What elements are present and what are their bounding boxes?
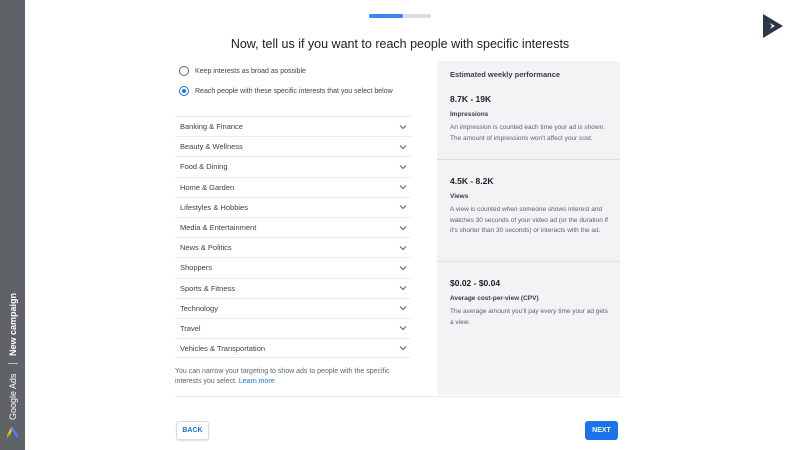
sidebar-divider xyxy=(8,363,18,364)
google-ads-label: Google Ads xyxy=(8,373,18,420)
chevron-down-icon[interactable] xyxy=(398,303,408,313)
sidebar: New campaign Google Ads xyxy=(0,0,25,450)
interest-category-row[interactable]: Banking & Finance xyxy=(175,116,411,136)
play-triangle-logo-icon xyxy=(763,14,783,38)
chevron-down-icon[interactable] xyxy=(398,243,408,253)
category-label: Food & Dining xyxy=(180,162,228,172)
category-label: Banking & Finance xyxy=(180,122,243,132)
interest-category-row[interactable]: Food & Dining xyxy=(175,156,411,176)
category-label: Media & Entertainment xyxy=(180,223,257,233)
chevron-down-icon[interactable] xyxy=(398,142,408,152)
category-label: Beauty & Wellness xyxy=(180,142,243,152)
chevron-down-icon[interactable] xyxy=(398,283,408,293)
chevron-down-icon[interactable] xyxy=(398,323,408,333)
metric-label: Average cost-per-view (CPV) xyxy=(450,295,539,302)
cpv-metric: $0.02 - $0.04 Average cost-per-view (CPV… xyxy=(450,278,610,328)
category-label: Home & Garden xyxy=(180,182,235,192)
note-text: You can narrow your targeting to show ad… xyxy=(175,368,390,385)
radio-button[interactable] xyxy=(179,86,189,96)
next-button[interactable]: NEXT xyxy=(585,421,618,440)
radio-label: Keep interests as broad as possible xyxy=(195,67,306,75)
panel-divider xyxy=(437,261,620,262)
category-label: Vehicles & Transportation xyxy=(180,343,266,353)
footer-divider xyxy=(175,396,620,397)
interest-category-list: Banking & Finance Beauty & Wellness Food &… xyxy=(175,116,411,359)
progress-bar xyxy=(369,14,431,18)
new-campaign-label: New campaign xyxy=(8,292,18,356)
category-label: Lifestyles & Hobbies xyxy=(180,202,248,212)
page-title: Now, tell us if you want to reach people… xyxy=(230,37,570,51)
radio-keep-broad[interactable]: Keep interests as broad as possible xyxy=(179,66,306,76)
google-ads-logo-icon xyxy=(7,426,19,438)
metric-range: 4.5K - 8.2K xyxy=(450,176,494,186)
metric-label: Impressions xyxy=(450,111,489,118)
category-label: Sports & Fitness xyxy=(180,283,236,293)
impressions-metric: 8.7K - 19K Impressions An impression is … xyxy=(450,94,610,144)
interest-category-row[interactable]: Home & Garden xyxy=(175,176,411,197)
targeting-note: You can narrow your targeting to show ad… xyxy=(175,367,411,387)
back-button[interactable]: BACK xyxy=(176,421,209,440)
chevron-down-icon[interactable] xyxy=(398,223,408,233)
interest-category-row[interactable]: Technology xyxy=(175,297,411,318)
learn-more-link[interactable]: Learn more xyxy=(239,378,275,385)
metric-description: A view is counted when someone shows int… xyxy=(450,206,608,234)
interest-category-row[interactable]: Sports & Fitness xyxy=(175,277,411,298)
metric-description: The average amount you'll pay every time… xyxy=(450,308,609,326)
interest-category-row[interactable]: Lifestyles & Hobbies xyxy=(175,196,411,217)
interest-category-row[interactable]: Vehicles & Transportation xyxy=(175,338,411,359)
panel-divider xyxy=(437,159,620,160)
chevron-down-icon[interactable] xyxy=(398,182,408,192)
metric-description: An impression is counted each time your … xyxy=(450,124,605,142)
chevron-down-icon[interactable] xyxy=(398,202,408,212)
panel-title: Estimated weekly performance xyxy=(450,70,561,79)
metric-label: Views xyxy=(450,193,469,200)
metric-range: $0.02 - $0.04 xyxy=(450,278,501,288)
category-label: Technology xyxy=(180,303,218,313)
interest-category-row[interactable]: Shoppers xyxy=(175,257,411,277)
chevron-down-icon[interactable] xyxy=(398,263,408,273)
category-label: Shoppers xyxy=(180,263,213,273)
radio-specific-interests[interactable]: Reach people with these specific interes… xyxy=(179,86,393,96)
interest-category-row[interactable]: News & Politics xyxy=(175,237,411,257)
metric-range: 8.7K - 19K xyxy=(450,94,492,104)
estimated-performance-panel: Estimated weekly performance 8.7K - 19K … xyxy=(437,61,620,395)
interest-category-row[interactable]: Travel xyxy=(175,317,411,338)
progress-fill xyxy=(369,14,404,18)
category-label: News & Politics xyxy=(180,243,232,253)
category-label: Travel xyxy=(180,323,201,333)
chevron-down-icon[interactable] xyxy=(398,343,408,353)
views-metric: 4.5K - 8.2K Views A view is counted when… xyxy=(450,176,610,237)
radio-label: Reach people with these specific interes… xyxy=(195,87,393,95)
interest-category-row[interactable]: Beauty & Wellness xyxy=(175,136,411,156)
interest-category-row[interactable]: Media & Entertainment xyxy=(175,216,411,237)
radio-button[interactable] xyxy=(179,66,189,76)
chevron-down-icon[interactable] xyxy=(398,162,408,172)
chevron-down-icon[interactable] xyxy=(398,122,408,132)
